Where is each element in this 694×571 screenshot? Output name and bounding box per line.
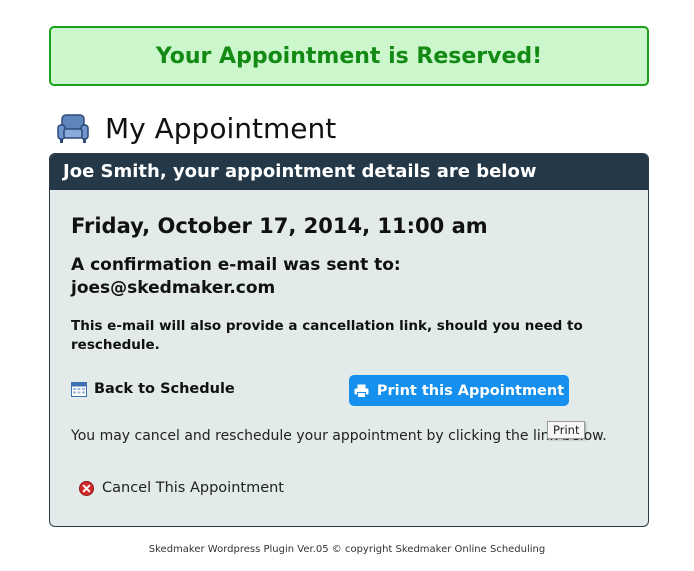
print-tooltip: Print — [547, 421, 586, 439]
confirmation-email: joes@skedmaker.com — [71, 278, 276, 298]
confirmation-line: A confirmation e-mail was sent to: — [71, 255, 401, 275]
back-to-schedule-link[interactable]: Back to Schedule — [71, 381, 235, 397]
cancel-instructions: You may cancel and reschedule your appoi… — [71, 428, 607, 444]
print-button-label: Print this Appointment — [376, 382, 565, 399]
page-title: My Appointment — [105, 111, 337, 145]
appointment-datetime: Friday, October 17, 2014, 11:00 am — [71, 214, 488, 238]
footer-copyright: Skedmaker Wordpress Plugin Ver.05 © copy… — [148, 544, 546, 555]
panel-header: Joe Smith, your appointment details are … — [50, 154, 648, 190]
banner-text: Your Appointment is Reserved! — [155, 43, 543, 69]
printer-icon — [354, 384, 369, 398]
cancellation-note: This e-mail will also provide a cancella… — [71, 318, 583, 353]
cancel-appointment-link[interactable]: Cancel This Appointment — [79, 480, 284, 496]
back-to-schedule-label: Back to Schedule — [94, 381, 235, 397]
cancel-x-icon — [79, 480, 94, 496]
calendar-icon — [71, 382, 87, 397]
armchair-icon — [57, 114, 89, 143]
reservation-banner: Your Appointment is Reserved! — [49, 26, 649, 86]
confirmation-message: A confirmation e-mail was sent to: joes@… — [71, 254, 401, 300]
page-heading: My Appointment — [55, 110, 336, 146]
print-appointment-button[interactable]: Print this Appointment — [349, 375, 569, 406]
cancel-appointment-label: Cancel This Appointment — [102, 480, 284, 496]
appointment-panel: Joe Smith, your appointment details are … — [49, 153, 649, 527]
